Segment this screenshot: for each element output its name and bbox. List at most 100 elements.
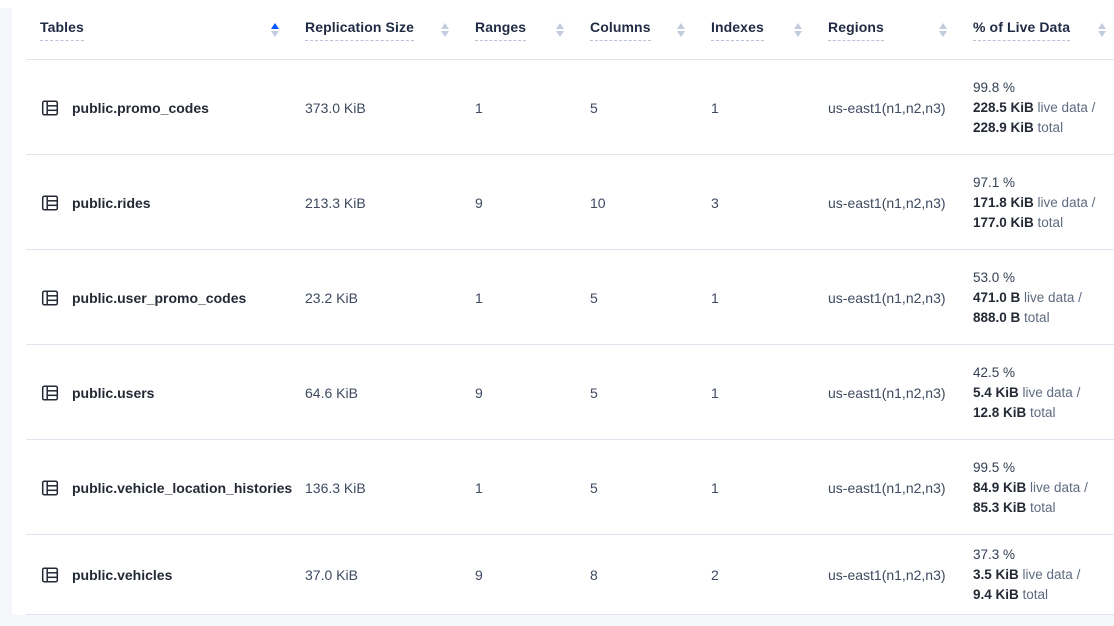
columns-cell: 5 (590, 440, 711, 535)
column-header-replication-size[interactable]: Replication Size (305, 0, 475, 60)
total-data-amount: 177.0 KiB total (973, 213, 1063, 233)
replication-size-cell: 213.3 KiB (305, 155, 475, 250)
table-name-cell[interactable]: public.vehicles (12, 535, 305, 615)
table-name-cell[interactable]: public.user_promo_codes (12, 250, 305, 345)
total-data-amount: 85.3 KiB total (973, 498, 1056, 518)
column-header-live-data[interactable]: % of Live Data (973, 0, 1114, 60)
table-name-cell[interactable]: public.users (12, 345, 305, 440)
table-name[interactable]: public.rides (72, 195, 151, 211)
live-data-percent: 37.3 % (973, 545, 1015, 565)
live-data-cell: 99.8 % 228.5 KiB live data / 228.9 KiB t… (973, 60, 1114, 155)
replication-size-cell: 373.0 KiB (305, 60, 475, 155)
regions-cell: us-east1(n1,n2,n3) (828, 345, 973, 440)
replication-size-cell: 23.2 KiB (305, 250, 475, 345)
sort-arrows-icon[interactable] (441, 23, 449, 37)
tables-page: Tables Replication Size Ranges Columns I… (0, 0, 1114, 626)
live-data-cell: 97.1 % 171.8 KiB live data / 177.0 KiB t… (973, 155, 1114, 250)
table-name-cell[interactable]: public.promo_codes (12, 60, 305, 155)
regions-cell: us-east1(n1,n2,n3) (828, 60, 973, 155)
columns-cell: 8 (590, 535, 711, 615)
table-row[interactable]: public.rides 213.3 KiB 9 10 3 us-east1(n… (12, 155, 1114, 250)
table-row[interactable]: public.promo_codes 373.0 KiB 1 5 1 us-ea… (12, 60, 1114, 155)
live-data-amount: 5.4 KiB live data / (973, 383, 1080, 403)
sort-arrows-icon[interactable] (794, 23, 802, 37)
live-data-amount: 228.5 KiB live data / (973, 98, 1095, 118)
indexes-cell: 1 (711, 440, 828, 535)
live-data-percent: 99.5 % (973, 458, 1015, 478)
page-background-corner (0, 0, 12, 8)
tables-list-card: Tables Replication Size Ranges Columns I… (12, 0, 1114, 615)
table-name[interactable]: public.user_promo_codes (72, 290, 246, 306)
live-data-cell: 42.5 % 5.4 KiB live data / 12.8 KiB tota… (973, 345, 1114, 440)
table-grid-icon (40, 288, 60, 308)
live-data-cell: 37.3 % 3.5 KiB live data / 9.4 KiB total (973, 535, 1114, 615)
columns-cell: 5 (590, 250, 711, 345)
live-data-percent: 42.5 % (973, 363, 1015, 383)
indexes-cell: 1 (711, 250, 828, 345)
ranges-cell: 1 (475, 60, 590, 155)
table-grid-icon (40, 565, 60, 585)
ranges-cell: 1 (475, 250, 590, 345)
column-header-columns[interactable]: Columns (590, 0, 711, 60)
table-header-row: Tables Replication Size Ranges Columns I… (12, 0, 1114, 60)
table-grid-icon (40, 478, 60, 498)
replication-size-cell: 136.3 KiB (305, 440, 475, 535)
live-data-percent: 53.0 % (973, 268, 1015, 288)
indexes-cell: 1 (711, 345, 828, 440)
live-data-cell: 53.0 % 471.0 B live data / 888.0 B total (973, 250, 1114, 345)
total-data-amount: 12.8 KiB total (973, 403, 1056, 423)
column-header-label[interactable]: Replication Size (305, 19, 414, 41)
table-name[interactable]: public.vehicles (72, 567, 172, 583)
table-grid-icon (40, 98, 60, 118)
replication-size-cell: 37.0 KiB (305, 535, 475, 615)
ranges-cell: 9 (475, 345, 590, 440)
indexes-cell: 3 (711, 155, 828, 250)
live-data-amount: 84.9 KiB live data / (973, 478, 1088, 498)
sort-arrows-icon[interactable] (556, 23, 564, 37)
table-row[interactable]: public.vehicles 37.0 KiB 9 8 2 us-east1(… (12, 535, 1114, 615)
table-name[interactable]: public.promo_codes (72, 100, 209, 116)
column-header-label[interactable]: Indexes (711, 19, 764, 41)
table-name-cell[interactable]: public.vehicle_location_histories (12, 440, 305, 535)
table-grid-icon (40, 193, 60, 213)
table-name-cell[interactable]: public.rides (12, 155, 305, 250)
ranges-cell: 1 (475, 440, 590, 535)
column-header-label[interactable]: Ranges (475, 19, 526, 41)
column-header-ranges[interactable]: Ranges (475, 0, 590, 60)
live-data-cell: 99.5 % 84.9 KiB live data / 85.3 KiB tot… (973, 440, 1114, 535)
sort-arrows-icon[interactable] (271, 23, 279, 37)
column-header-label[interactable]: Tables (40, 19, 84, 41)
columns-cell: 5 (590, 60, 711, 155)
ranges-cell: 9 (475, 155, 590, 250)
column-header-regions[interactable]: Regions (828, 0, 973, 60)
replication-size-cell: 64.6 KiB (305, 345, 475, 440)
ranges-cell: 9 (475, 535, 590, 615)
live-data-percent: 97.1 % (973, 173, 1015, 193)
table-name[interactable]: public.users (72, 385, 154, 401)
column-header-label[interactable]: % of Live Data (973, 19, 1070, 41)
regions-cell: us-east1(n1,n2,n3) (828, 535, 973, 615)
column-header-label[interactable]: Columns (590, 19, 651, 41)
table-grid-icon (40, 383, 60, 403)
table-row[interactable]: public.vehicle_location_histories 136.3 … (12, 440, 1114, 535)
sort-arrows-icon[interactable] (939, 23, 947, 37)
sort-arrows-icon[interactable] (677, 23, 685, 37)
table-name[interactable]: public.vehicle_location_histories (72, 480, 292, 496)
table-row[interactable]: public.user_promo_codes 23.2 KiB 1 5 1 u… (12, 250, 1114, 345)
indexes-cell: 2 (711, 535, 828, 615)
column-header-label[interactable]: Regions (828, 19, 884, 41)
table-row[interactable]: public.users 64.6 KiB 9 5 1 us-east1(n1,… (12, 345, 1114, 440)
table-body: public.promo_codes 373.0 KiB 1 5 1 us-ea… (12, 60, 1114, 615)
indexes-cell: 1 (711, 60, 828, 155)
regions-cell: us-east1(n1,n2,n3) (828, 155, 973, 250)
live-data-percent: 99.8 % (973, 78, 1015, 98)
live-data-amount: 471.0 B live data / (973, 288, 1082, 308)
column-header-tables[interactable]: Tables (12, 0, 305, 60)
total-data-amount: 228.9 KiB total (973, 118, 1063, 138)
columns-cell: 5 (590, 345, 711, 440)
column-header-indexes[interactable]: Indexes (711, 0, 828, 60)
regions-cell: us-east1(n1,n2,n3) (828, 440, 973, 535)
regions-cell: us-east1(n1,n2,n3) (828, 250, 973, 345)
sort-arrows-icon[interactable] (1098, 23, 1106, 37)
columns-cell: 10 (590, 155, 711, 250)
